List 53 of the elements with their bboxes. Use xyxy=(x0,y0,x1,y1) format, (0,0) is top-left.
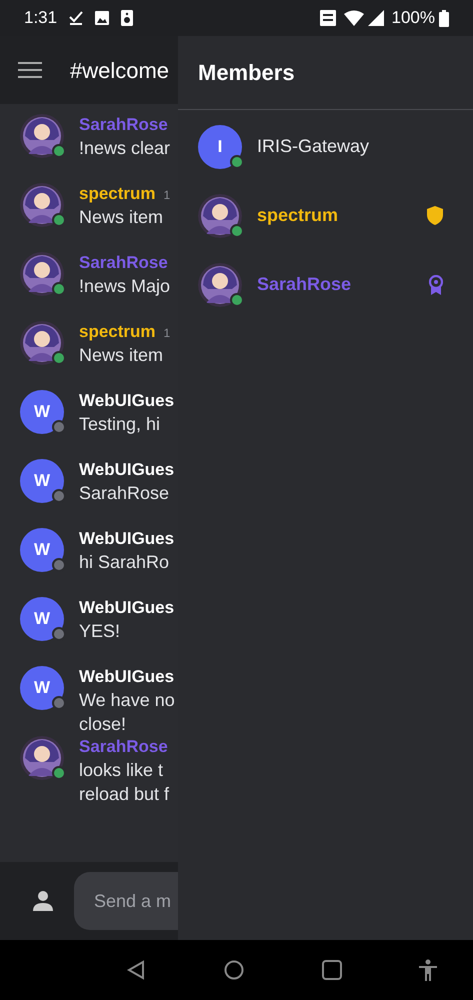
battery-icon xyxy=(439,10,449,26)
message-author: spectrum xyxy=(79,183,156,205)
message-author: WebUIGues xyxy=(79,597,174,619)
letter-avatar: W xyxy=(20,666,64,710)
message-author: WebUIGues xyxy=(79,459,174,481)
letter-avatar: W xyxy=(20,528,64,572)
message-text: We have no close! xyxy=(79,689,175,736)
message-text: News item xyxy=(79,344,164,367)
message-text: News item xyxy=(79,206,164,229)
panel-title: Members xyxy=(198,59,295,87)
status-time: 1:31 xyxy=(24,7,58,30)
message-text: looks like t reload but f xyxy=(79,759,170,806)
volte-icon xyxy=(320,10,336,26)
menu-icon[interactable] xyxy=(18,62,42,78)
message-text: Testing, hi xyxy=(79,413,162,436)
member-name: IRIS-Gateway xyxy=(257,135,370,158)
member-item[interactable]: I IRIS-Gateway xyxy=(178,112,473,181)
message-text: YES! xyxy=(79,620,122,643)
message-text: SarahRose xyxy=(79,482,170,505)
message-input[interactable]: Send a m xyxy=(74,872,178,930)
home-icon[interactable] xyxy=(224,960,244,980)
message-text: hi SarahRo xyxy=(79,551,170,574)
message-author: SarahRose xyxy=(79,736,168,758)
message-text: !news Majo xyxy=(79,275,170,298)
letter-avatar: W xyxy=(20,390,64,434)
letter-avatar: I xyxy=(198,124,242,168)
message-time: 1 xyxy=(164,187,170,204)
message-author: SarahRose xyxy=(79,114,168,136)
speaker-icon xyxy=(121,10,134,26)
message-author: WebUIGues xyxy=(79,528,174,550)
member-item[interactable]: spectrum xyxy=(178,181,473,250)
person-icon[interactable] xyxy=(32,890,54,912)
back-icon[interactable] xyxy=(126,960,146,980)
signal-icon xyxy=(368,10,384,26)
message-author: SarahRose xyxy=(79,252,168,274)
award-ribbon-icon xyxy=(429,274,443,294)
member-name: SarahRose xyxy=(257,273,352,296)
shield-icon xyxy=(427,206,443,225)
member-name: spectrum xyxy=(257,204,340,227)
wifi-icon xyxy=(344,10,364,26)
check-icon xyxy=(69,11,84,25)
image-icon xyxy=(95,11,110,25)
battery-percentage: 100% xyxy=(392,7,435,30)
letter-avatar: W xyxy=(20,459,64,503)
message-author: spectrum xyxy=(79,321,156,343)
message-author: WebUIGues xyxy=(79,666,174,688)
channel-title: #welcome xyxy=(70,56,170,84)
accessibility-icon[interactable] xyxy=(418,959,438,981)
message-author: WebUIGues xyxy=(79,390,174,412)
message-text: !news clear xyxy=(79,137,170,160)
letter-avatar: W xyxy=(20,597,64,641)
message-time: 1 xyxy=(164,325,170,342)
recent-apps-icon[interactable] xyxy=(322,960,342,980)
